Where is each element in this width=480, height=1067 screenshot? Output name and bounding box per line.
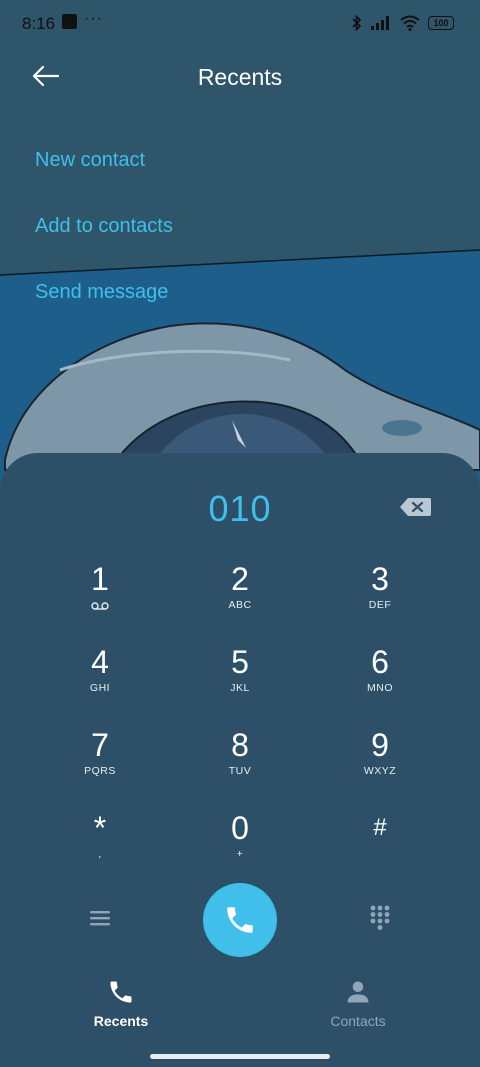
key-letters: TUV <box>228 765 252 777</box>
key-digit: 6 <box>371 644 389 680</box>
send-message-button[interactable]: Send message <box>35 277 168 307</box>
key-letters: ABC <box>228 599 252 611</box>
battery-icon: 100 <box>428 16 454 30</box>
key-star[interactable]: * , <box>45 809 155 879</box>
notification-icon <box>62 14 77 29</box>
tab-contacts[interactable]: Contacts <box>288 978 428 1029</box>
key-digit: 1 <box>91 561 109 597</box>
key-3[interactable]: 3 DEF <box>325 560 435 630</box>
key-letters: DEF <box>368 599 392 611</box>
key-letters: + <box>236 848 244 860</box>
dialpad-icon[interactable] <box>366 903 394 931</box>
more-notifications-icon: ··· <box>84 10 103 27</box>
menu-icon[interactable] <box>86 906 114 930</box>
bluetooth-icon <box>352 15 362 31</box>
key-letters: GHI <box>89 682 111 694</box>
key-9[interactable]: 9 WXYZ <box>325 726 435 796</box>
voicemail-icon <box>91 602 109 610</box>
key-digit: 9 <box>371 727 389 763</box>
key-digit: # <box>373 814 387 841</box>
key-4[interactable]: 4 GHI <box>45 643 155 713</box>
phone-icon <box>227 907 253 933</box>
key-digit: 8 <box>231 727 249 763</box>
key-letters: , <box>98 848 102 860</box>
call-button[interactable] <box>203 883 277 957</box>
page-title: Recents <box>197 64 283 90</box>
add-to-contacts-button[interactable]: Add to contacts <box>35 211 173 241</box>
phone-icon <box>110 981 132 1003</box>
key-hash[interactable]: # <box>325 809 435 879</box>
tab-recents[interactable]: Recents <box>51 978 191 1029</box>
tab-label: Recents <box>93 1013 149 1029</box>
key-letters: MNO <box>367 682 393 694</box>
person-icon <box>347 981 369 1003</box>
key-0[interactable]: 0 + <box>185 809 295 879</box>
key-7[interactable]: 7 PQRS <box>45 726 155 796</box>
status-bar: 8:16 ··· 100 <box>0 0 480 48</box>
key-digit: * <box>93 810 107 846</box>
key-6[interactable]: 6 MNO <box>325 643 435 713</box>
signal-icon <box>371 16 389 30</box>
key-letters: JKL <box>230 682 250 694</box>
key-1[interactable]: 1 <box>45 560 155 630</box>
key-letters: WXYZ <box>363 765 397 777</box>
key-digit: 2 <box>231 561 249 597</box>
key-2[interactable]: 2 ABC <box>185 560 295 630</box>
key-8[interactable]: 8 TUV <box>185 726 295 796</box>
key-letters: PQRS <box>84 765 116 777</box>
key-5[interactable]: 5 JKL <box>185 643 295 713</box>
key-digit: 0 <box>231 810 249 846</box>
home-indicator[interactable] <box>150 1054 330 1059</box>
key-digit: 5 <box>231 644 249 680</box>
key-digit: 4 <box>91 644 109 680</box>
wifi-icon <box>400 15 420 31</box>
backspace-icon[interactable] <box>398 495 432 519</box>
key-digit: 7 <box>91 727 109 763</box>
tab-label: Contacts <box>330 1013 386 1029</box>
key-digit: 3 <box>371 561 389 597</box>
new-contact-button[interactable]: New contact <box>35 145 145 175</box>
status-time: 8:16 <box>22 14 56 33</box>
